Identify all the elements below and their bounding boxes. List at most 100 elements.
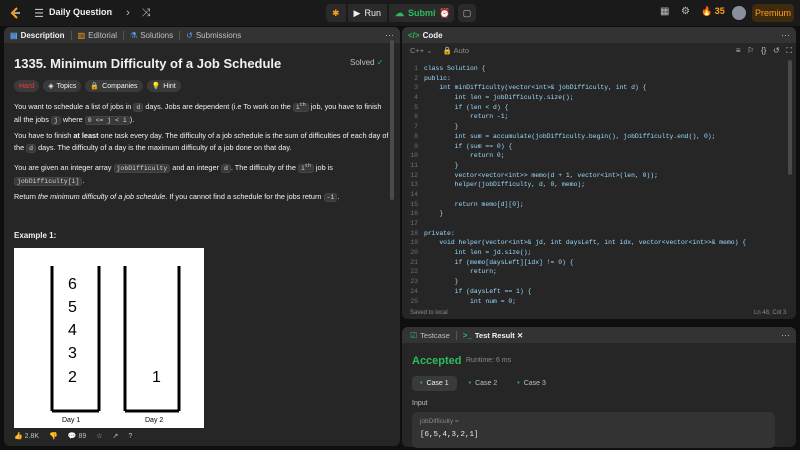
- line-text: int num = 0;: [424, 297, 517, 305]
- tab-submissions[interactable]: ↺ Submissions: [186, 31, 241, 40]
- tab-label: Editorial: [88, 30, 118, 40]
- more-options-icon[interactable]: ···: [781, 330, 790, 340]
- code-line[interactable]: 22 return;: [404, 267, 800, 277]
- code-line[interactable]: 13 helper(jobDifficulty, d, 0, memo);: [404, 180, 800, 190]
- leetcode-logo-icon[interactable]: [8, 6, 22, 20]
- settings-icon[interactable]: ⚙: [681, 6, 690, 17]
- format-icon[interactable]: ≡: [736, 46, 741, 55]
- daily-question-link[interactable]: Daily Question: [49, 7, 112, 17]
- code-line[interactable]: 23 }: [404, 277, 800, 287]
- code-line[interactable]: 9 if (sum == 0) {: [404, 142, 800, 152]
- line-text: if (daysLeft == 1) {: [424, 287, 532, 295]
- code-editor[interactable]: 1 class Solution {2 public: 3 int minDiffic…: [404, 64, 800, 306]
- code-line[interactable]: 21 if (memo[daysLeft][idx] != 0) {: [404, 258, 800, 268]
- code-line[interactable]: 14: [404, 190, 800, 200]
- auto-mode-toggle[interactable]: 🔒 Auto: [443, 46, 469, 55]
- code-line[interactable]: 6 return -1;: [404, 112, 800, 122]
- solved-label: Solved: [350, 58, 375, 67]
- pass-dot-icon: •: [420, 380, 423, 387]
- line-text: return -1;: [424, 113, 509, 121]
- lock-icon: 🔒: [90, 83, 100, 90]
- code-line[interactable]: 15 return memo[d][0];: [404, 200, 800, 210]
- code-line[interactable]: 19 void helper(vector<int>& jd, int days…: [404, 238, 800, 248]
- dislike-button[interactable]: 👎: [49, 432, 58, 440]
- tab-testcase[interactable]: ☑ Testcase: [410, 331, 450, 340]
- line-number: 5: [414, 103, 418, 111]
- tab-test-result[interactable]: >_ Test Result ✕: [463, 331, 523, 340]
- question-icon: ?: [128, 432, 133, 440]
- reset-icon[interactable]: ↺: [773, 46, 780, 55]
- premium-button[interactable]: Premium: [752, 4, 794, 22]
- streak-counter[interactable]: 🔥 35: [701, 6, 725, 17]
- code-line[interactable]: 8 int sum = accumulate(jobDifficulty.beg…: [404, 132, 800, 142]
- debug-button[interactable]: ✱: [326, 4, 346, 22]
- like-button[interactable]: 👍 2.8K: [14, 432, 39, 441]
- line-number: 19: [410, 239, 418, 247]
- code-line[interactable]: 11 }: [404, 161, 800, 171]
- code-line[interactable]: 16 }: [404, 209, 800, 219]
- line-number: 13: [410, 181, 418, 189]
- share-button[interactable]: ↗: [113, 432, 119, 440]
- layout-icon[interactable]: ▦: [660, 6, 669, 17]
- code-line[interactable]: 5 if (len < d) {: [404, 103, 800, 113]
- line-number: 8: [414, 132, 418, 140]
- code-line[interactable]: 12 vector<vector<int>> memo(d + 1, vecto…: [404, 171, 800, 181]
- braces-icon[interactable]: {}: [761, 46, 766, 55]
- star-icon: ☆: [96, 433, 103, 440]
- code-line[interactable]: 20 int len = jd.size();: [404, 248, 800, 258]
- tab-editorial[interactable]: ▥ Editorial: [78, 31, 117, 40]
- tab-solutions[interactable]: ⚗ Solutions: [130, 31, 173, 40]
- code-line[interactable]: 10 return 0;: [404, 151, 800, 161]
- avatar[interactable]: [732, 6, 746, 20]
- topics-tag[interactable]: ◈ Topics: [43, 80, 82, 92]
- code-line[interactable]: 17: [404, 219, 800, 229]
- thumbs-up-icon: 👍: [14, 433, 23, 440]
- help-button[interactable]: ?: [128, 433, 132, 440]
- case-tab-3[interactable]: • Case 3: [509, 376, 554, 391]
- code-line[interactable]: 1 class Solution {: [404, 64, 800, 74]
- code-line[interactable]: 7 }: [404, 122, 800, 132]
- description-paragraph-3: You are given an integer array jobDiffic…: [14, 163, 333, 187]
- line-number: 2: [414, 74, 418, 82]
- pass-dot-icon: •: [468, 380, 472, 387]
- favorite-button[interactable]: ☆: [96, 432, 102, 440]
- companies-tag[interactable]: 🔒 Companies: [85, 80, 143, 92]
- terminal-icon: >_: [462, 330, 472, 340]
- chevron-right-icon[interactable]: ›: [121, 6, 135, 20]
- hint-tag[interactable]: 💡 Hint: [146, 80, 181, 92]
- comments-button[interactable]: 💬 89: [68, 432, 86, 441]
- shuffle-icon[interactable]: ⤨: [139, 6, 153, 20]
- day2-label: Day 2: [145, 417, 163, 424]
- tab-description[interactable]: ▤ Description: [10, 31, 65, 40]
- line-number: 11: [410, 161, 418, 169]
- notes-button[interactable]: ▢: [458, 4, 476, 22]
- bookmark-icon[interactable]: ⚐: [747, 46, 754, 55]
- code-line[interactable]: 25 int num = 0;: [404, 297, 800, 307]
- doc-icon: ▤: [10, 30, 18, 40]
- timer-button[interactable]: ⏰: [436, 4, 454, 22]
- code-line[interactable]: 24 if (daysLeft == 1) {: [404, 287, 800, 297]
- code-line[interactable]: 4 int len = jobDifficulty.size();: [404, 93, 800, 103]
- history-icon: ↺: [186, 30, 193, 40]
- code-line[interactable]: 2 public:: [404, 74, 800, 84]
- thumbs-down-icon: 👎: [49, 433, 58, 440]
- line-number: 12: [410, 171, 418, 179]
- more-options-icon[interactable]: ···: [781, 30, 790, 40]
- line-text: }: [424, 210, 444, 218]
- language-select[interactable]: C++ ⌄: [410, 46, 433, 55]
- chevron-left-icon[interactable]: ‹: [104, 6, 118, 20]
- more-options-icon[interactable]: ···: [385, 30, 394, 40]
- fullscreen-icon[interactable]: ⛶: [786, 46, 792, 55]
- description-scrollbar[interactable]: [390, 40, 394, 200]
- code-scrollbar[interactable]: [788, 60, 792, 175]
- case-tab-2[interactable]: • Case 2: [461, 376, 506, 391]
- run-button[interactable]: ▶ Run: [347, 4, 387, 22]
- case-tab-1[interactable]: • Case 1: [412, 376, 457, 391]
- lightbulb-icon: 💡: [151, 83, 161, 90]
- result-tabs: ☑ Testcase >_ Test Result ✕ ···: [402, 327, 796, 343]
- problem-list-icon[interactable]: ☰: [32, 6, 46, 20]
- close-icon[interactable]: ✕: [517, 331, 523, 340]
- code-line[interactable]: 18 private:: [404, 229, 800, 239]
- code-line[interactable]: 3 int minDifficulty(vector<int>& jobDiff…: [404, 83, 800, 93]
- line-number: 16: [410, 210, 418, 218]
